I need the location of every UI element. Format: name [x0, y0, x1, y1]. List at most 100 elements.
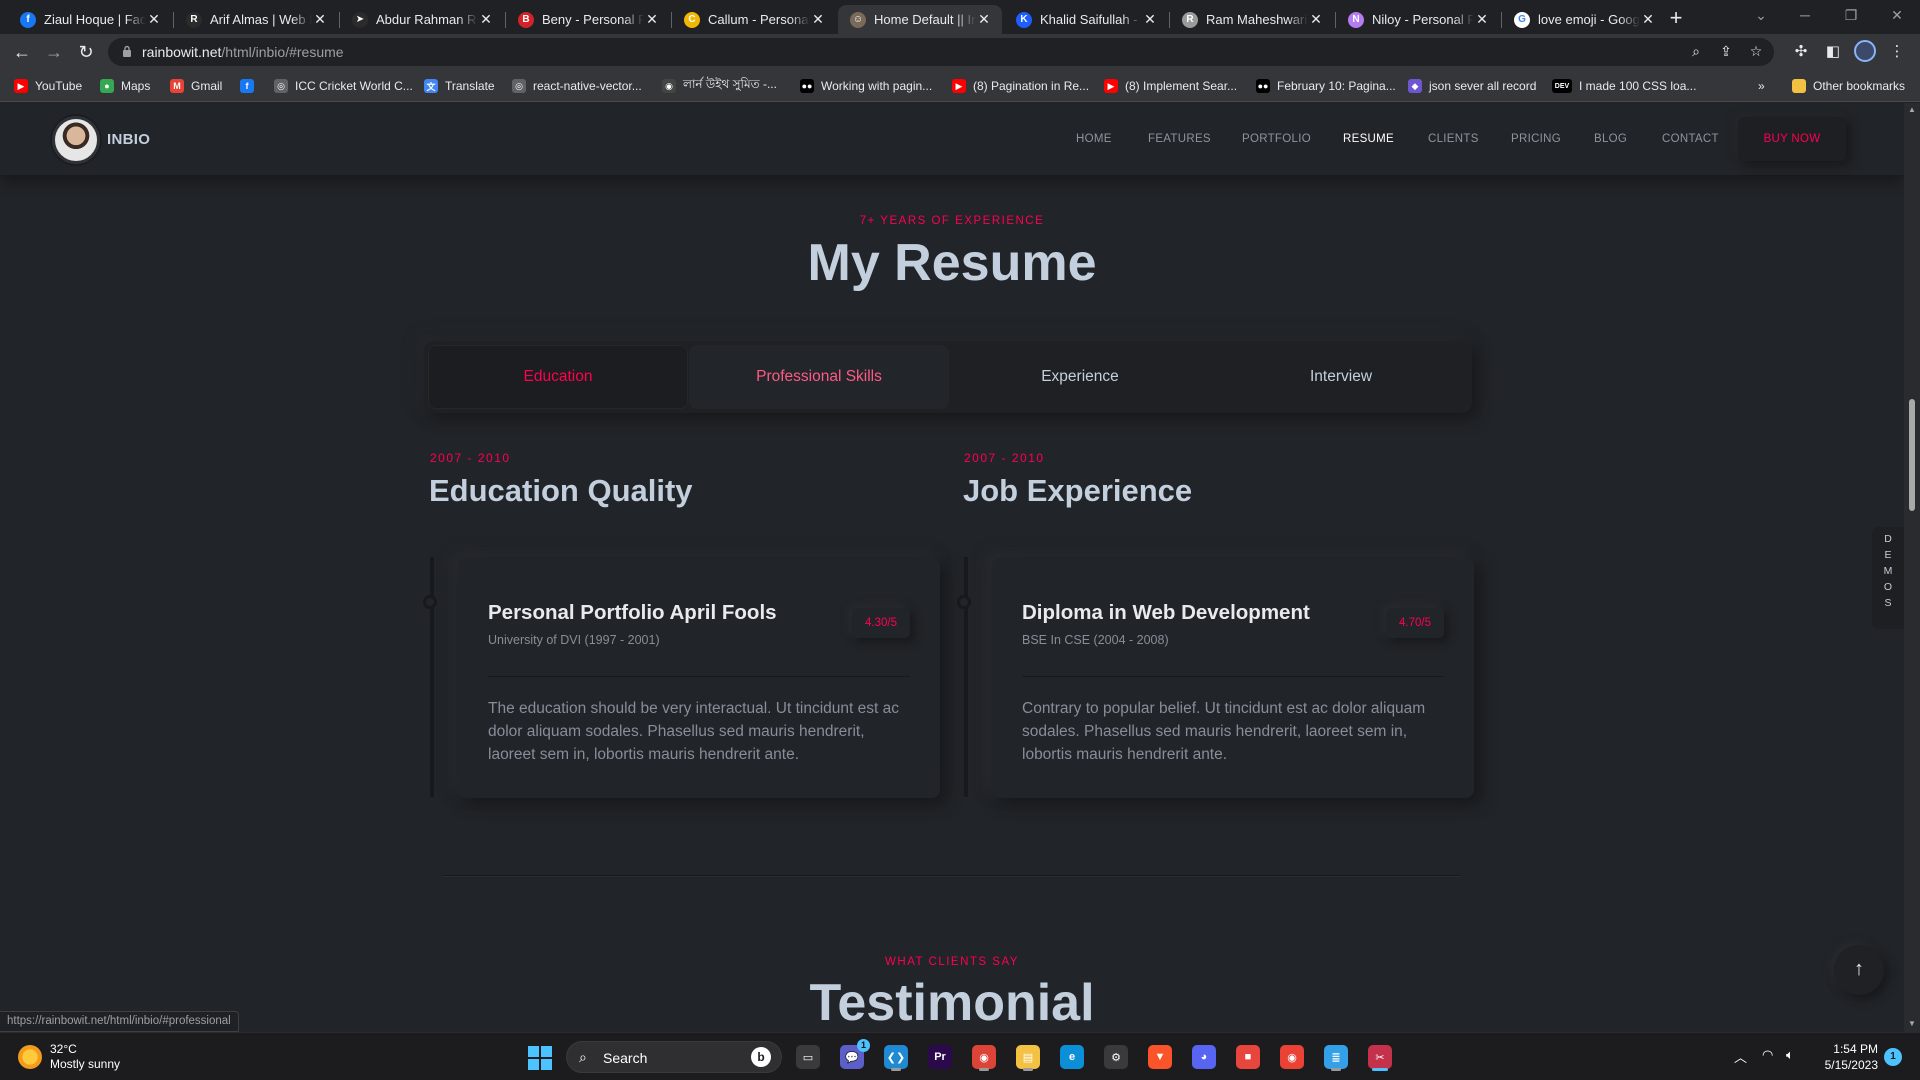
tab-experience[interactable]: Experience	[950, 345, 1210, 409]
browser-tab[interactable]: N Niloy - Personal Portfolio✕	[1336, 5, 1500, 34]
new-tab-button[interactable]: +	[1662, 5, 1690, 33]
scroll-down-icon[interactable]: ▼	[1908, 1019, 1916, 1028]
tab-education[interactable]: Education	[428, 345, 688, 409]
zoom-icon[interactable]: ⌕	[1686, 43, 1706, 61]
chrome-taskbar-button[interactable]: ◉	[968, 1041, 1000, 1073]
more-bookmarks-icon[interactable]: »	[1758, 76, 1765, 96]
nav-link-home[interactable]: HOME	[1076, 133, 1112, 145]
browser-tab[interactable]: K Khalid Saifullah - Software Engineer✕	[1004, 5, 1168, 34]
browser-tab[interactable]: f Ziaul Hoque | Facebook✕	[8, 5, 172, 34]
snipping-tool-taskbar-button[interactable]: ✂	[1364, 1041, 1396, 1073]
demos-toggle[interactable]: D E M O S	[1872, 527, 1904, 629]
close-tab-icon[interactable]: ✕	[644, 11, 660, 28]
close-tab-icon[interactable]: ✕	[478, 11, 494, 28]
app-store-taskbar-button[interactable]: ⚙	[1100, 1041, 1132, 1073]
bookmark-item[interactable]: ◎ ICC Cricket World C...	[274, 76, 413, 96]
r-logo-icon: R	[186, 11, 202, 28]
scroll-up-icon[interactable]: ▲	[1908, 105, 1916, 114]
share-icon[interactable]: ⇪	[1716, 43, 1736, 61]
side-panel-icon[interactable]: ◧	[1822, 42, 1844, 62]
nav-link-contact[interactable]: CONTACT	[1662, 133, 1719, 145]
notepad-taskbar-button[interactable]: ≣	[1320, 1041, 1352, 1073]
scroll-thumb[interactable]	[1909, 399, 1915, 511]
profile-avatar[interactable]	[1854, 40, 1876, 62]
close-tab-icon[interactable]: ✕	[1640, 11, 1656, 28]
close-tab-icon[interactable]: ✕	[1308, 11, 1324, 28]
system-clock[interactable]: 1:54 PM 5/15/2023	[1808, 1041, 1878, 1073]
notification-badge[interactable]: 1	[1884, 1048, 1902, 1066]
other-bookmarks-folder[interactable]: Other bookmarks	[1792, 76, 1905, 96]
browser-tab[interactable]: R Ram Maheshwari | Portfolio✕	[1170, 5, 1334, 34]
nav-link-features[interactable]: FEATURES	[1148, 133, 1211, 145]
edge-taskbar-button[interactable]: e	[1056, 1041, 1088, 1073]
close-tab-icon[interactable]: ✕	[312, 11, 328, 28]
premiere-taskbar-button[interactable]: Pr	[924, 1041, 956, 1073]
nav-link-blog[interactable]: BLOG	[1594, 133, 1627, 145]
bookmark-item[interactable]: ◎ react-native-vector...	[512, 76, 642, 96]
browser-tab[interactable]: R Arif Almas | Web Developer✕	[174, 5, 338, 34]
bookmark-item[interactable]: ◆ json sever all record	[1408, 76, 1536, 96]
close-tab-icon[interactable]: ✕	[810, 11, 826, 28]
bookmark-item[interactable]: ●● Working with pagin...	[800, 76, 932, 96]
close-window-button[interactable]: ✕	[1874, 0, 1920, 32]
address-bar[interactable]: rainbowit.net/html/inbio/#resume ⌕ ⇪ ☆	[108, 38, 1774, 66]
close-tab-icon[interactable]: ✕	[1142, 11, 1158, 28]
bookmark-item[interactable]: f	[240, 76, 261, 96]
avatar[interactable]	[52, 116, 100, 164]
tab-search-icon[interactable]: ⌄	[1738, 0, 1784, 32]
start-button[interactable]	[528, 1046, 552, 1070]
menu-icon[interactable]: ⋮	[1886, 42, 1908, 62]
nav-link-portfolio[interactable]: PORTFOLIO	[1242, 133, 1311, 145]
nav-link-resume[interactable]: RESUME	[1343, 133, 1394, 145]
bookmark-item[interactable]: ▶ YouTube	[14, 76, 82, 96]
volume-icon[interactable]: 🔈︎	[1786, 1047, 1794, 1063]
brave-taskbar-button[interactable]: ▼	[1144, 1041, 1176, 1073]
teams-chat-taskbar-button[interactable]: 💬 1	[836, 1039, 870, 1073]
hidden-icons-chevron-icon[interactable]: ︿	[1734, 1047, 1747, 1066]
tab-interview[interactable]: Interview	[1211, 345, 1471, 409]
browser-tab[interactable]: B Beny - Personal Portfolio✕	[506, 5, 670, 34]
browser-tab[interactable]: C Callum - Personal Portfolio✕	[672, 5, 836, 34]
page-scrollbar[interactable]: ▲ ▼	[1904, 103, 1920, 1032]
bookmark-item[interactable]: M Gmail	[170, 76, 222, 96]
bookmark-item[interactable]: ▶ (8) Pagination in Re...	[952, 76, 1089, 96]
weather-widget[interactable]: 32°C Mostly sunny	[18, 1042, 120, 1072]
education-timeline	[430, 557, 434, 797]
file-explorer-taskbar-button[interactable]: ▤	[1012, 1041, 1044, 1073]
dev-icon: DEV	[1552, 79, 1572, 93]
task-view-taskbar-button[interactable]: ▭	[792, 1041, 824, 1073]
tab-professional-skills[interactable]: Professional Skills	[689, 345, 949, 409]
taskbar-search[interactable]: ⌕ Search b	[566, 1041, 782, 1073]
vscode-taskbar-button[interactable]: ❮❯	[880, 1041, 912, 1073]
wifi-icon[interactable]: ◠	[1762, 1047, 1773, 1063]
back-to-top-button[interactable]: ↑	[1834, 945, 1884, 995]
github-icon: ◉	[662, 79, 676, 93]
nav-link-pricing[interactable]: PRICING	[1511, 133, 1561, 145]
bookmark-item[interactable]: ▶ (8) Implement Sear...	[1104, 76, 1237, 96]
close-tab-icon[interactable]: ✕	[976, 11, 992, 28]
restore-button[interactable]: ❐	[1828, 0, 1874, 32]
bookmark-item[interactable]: ◉ লার্ন উইথ সুমিত -...	[662, 76, 777, 96]
site-brand[interactable]: INBIO	[107, 131, 150, 148]
bookmark-star-icon[interactable]: ☆	[1746, 43, 1766, 61]
bookmark-item[interactable]: ●● February 10: Pagina...	[1256, 76, 1396, 96]
extensions-icon[interactable]: ✣	[1790, 42, 1812, 62]
close-tab-icon[interactable]: ✕	[1474, 11, 1490, 28]
nav-link-clients[interactable]: CLIENTS	[1428, 133, 1479, 145]
close-tab-icon[interactable]: ✕	[146, 11, 162, 28]
chrome-2-taskbar-button[interactable]: ◉	[1276, 1041, 1308, 1073]
discord-taskbar-button[interactable]: ◕	[1188, 1041, 1220, 1073]
translate-icon: 文	[424, 79, 438, 93]
back-button[interactable]: ←	[8, 38, 36, 66]
forward-button[interactable]: →	[40, 38, 68, 66]
browser-tab[interactable]: ➤ Abdur Rahman Rony✕	[340, 5, 504, 34]
bookmark-item[interactable]: DEV I made 100 CSS loa...	[1552, 76, 1696, 96]
browser-tab[interactable]: ☺ Home Default || Inbio✕	[838, 5, 1002, 34]
reload-button[interactable]: ↻	[72, 38, 100, 66]
bookmark-item[interactable]: 文 Translate	[424, 76, 495, 96]
bookmark-item[interactable]: ● Maps	[100, 76, 150, 96]
camera-taskbar-button[interactable]: ■	[1232, 1041, 1264, 1073]
browser-tab[interactable]: Glove emoji - Google Search✕	[1502, 5, 1666, 34]
buy-now-button[interactable]: BUY NOW	[1738, 117, 1846, 161]
minimize-button[interactable]: ─	[1782, 0, 1828, 32]
